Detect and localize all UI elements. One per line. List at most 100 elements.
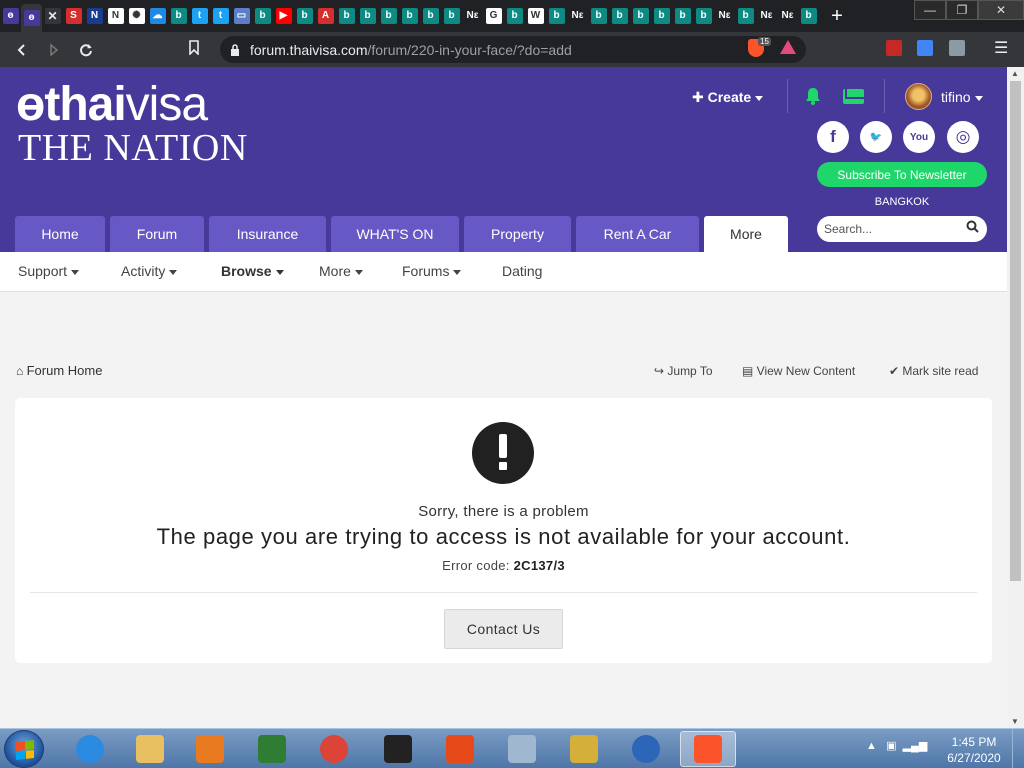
extension-icon[interactable] [949, 40, 965, 56]
browser-tab[interactable]: b [336, 4, 357, 28]
browser-tab[interactable]: ☁ [147, 4, 168, 28]
maximize-button[interactable]: ❐ [946, 0, 978, 20]
nav-tab-more[interactable]: More [704, 216, 788, 252]
browser-tab[interactable]: b [252, 4, 273, 28]
new-tab-button[interactable]: + [825, 5, 849, 28]
network-signal-icon[interactable]: ▂▄▆ [903, 740, 928, 752]
close-tab-icon[interactable]: ✕ [44, 8, 61, 24]
nav-tab-insurance[interactable]: Insurance [209, 216, 326, 252]
media-player-taskbar-button[interactable] [182, 731, 238, 767]
contact-us-button[interactable]: Contact Us [444, 609, 563, 649]
browser-tab[interactable]: ▭ [231, 4, 252, 28]
scroll-up-arrow-icon[interactable]: ▲ [1011, 69, 1019, 78]
browser-tab[interactable]: t [189, 4, 210, 28]
show-desktop-button[interactable] [1012, 729, 1024, 768]
user-menu-button[interactable]: tifino [941, 89, 983, 105]
search-input[interactable] [824, 222, 964, 236]
system-clock[interactable]: 1:45 PM 6/27/2020 [940, 734, 1008, 766]
bookmark-icon[interactable] [188, 40, 200, 55]
browser-tab[interactable]: b [357, 4, 378, 28]
browser-tab[interactable]: ɵ [0, 4, 21, 28]
notifications-bell-icon[interactable] [804, 87, 822, 105]
browser-tab[interactable]: G [483, 4, 504, 28]
browser-tab[interactable]: b [735, 4, 756, 28]
messages-envelope-icon[interactable] [843, 89, 864, 104]
browser-tab[interactable]: Nε [777, 4, 798, 28]
breadcrumb[interactable]: ⌂ Forum Home [16, 363, 102, 378]
user-avatar[interactable] [905, 83, 932, 110]
site-logo[interactable]: ɵthaivisa THE NATION [16, 79, 248, 168]
browser-tab[interactable]: Nε [567, 4, 588, 28]
twitter-icon[interactable]: 🐦 [860, 121, 892, 153]
scrollbar-thumb[interactable] [1010, 81, 1021, 581]
browser-menu-icon[interactable]: ☰ [994, 38, 1008, 58]
browser-tab[interactable]: b [588, 4, 609, 28]
browser-tab[interactable]: ✕ [42, 4, 63, 28]
jump-to-link[interactable]: ↪ Jump To [654, 364, 713, 378]
nav-tab-what-s-on[interactable]: WHAT'S ON [331, 216, 459, 252]
page-scrollbar[interactable]: ▲ ▼ [1007, 67, 1024, 728]
subnav-more[interactable]: More [319, 263, 363, 279]
search-tool-taskbar-button[interactable] [556, 731, 612, 767]
explorer-taskbar-button[interactable] [122, 731, 178, 767]
browser-tab[interactable]: b [672, 4, 693, 28]
start-button[interactable] [4, 730, 44, 768]
browser-tab[interactable]: N [84, 4, 105, 28]
browser-tab[interactable]: b [546, 4, 567, 28]
browser-tab[interactable]: b [651, 4, 672, 28]
browser-tab[interactable]: t [210, 4, 231, 28]
browser-tab[interactable]: b [399, 4, 420, 28]
browser-tab[interactable]: ✺ [126, 4, 147, 28]
browser-tab[interactable]: b [798, 4, 819, 28]
notes-taskbar-button[interactable] [244, 731, 300, 767]
browser-tab[interactable]: b [294, 4, 315, 28]
address-bar[interactable]: forum.thaivisa.com/forum/220-in-your-fac… [220, 36, 806, 63]
subscribe-newsletter-button[interactable]: Subscribe To Newsletter [817, 162, 987, 187]
browser-tab[interactable]: Nε [462, 4, 483, 28]
browser-tab[interactable]: A [315, 4, 336, 28]
view-new-content-link[interactable]: ▤ View New Content [742, 364, 855, 378]
browser-tab[interactable]: b [693, 4, 714, 28]
browser-tab[interactable]: ɵ [21, 4, 42, 32]
nav-tab-property[interactable]: Property [464, 216, 571, 252]
back-button[interactable] [6, 34, 38, 66]
calculator-taskbar-button[interactable] [494, 731, 550, 767]
subnav-forums[interactable]: Forums [402, 263, 462, 279]
browser-tab[interactable]: b [441, 4, 462, 28]
browser-tab[interactable]: b [609, 4, 630, 28]
browser-tab[interactable]: W [525, 4, 546, 28]
youtube-icon[interactable]: You [903, 121, 935, 153]
brave-taskbar-button[interactable] [680, 731, 736, 767]
mark-site-read-link[interactable]: ✔ Mark site read [889, 364, 978, 378]
browser-tab[interactable]: b [378, 4, 399, 28]
subnav-dating[interactable]: Dating [502, 263, 542, 279]
browser-tab[interactable]: Nε [756, 4, 777, 28]
subnav-activity[interactable]: Activity [121, 263, 178, 279]
create-menu-button[interactable]: ✚ Create [692, 89, 764, 106]
pdf-extension-icon[interactable] [886, 40, 902, 56]
browser-tab[interactable]: ▶ [273, 4, 294, 28]
minimize-button[interactable]: — [914, 0, 946, 20]
facebook-icon[interactable]: f [817, 121, 849, 153]
chrome-taskbar-button[interactable] [306, 731, 362, 767]
nav-tab-home[interactable]: Home [15, 216, 105, 252]
browser-tab[interactable]: b [504, 4, 525, 28]
browser-tab[interactable]: Nε [714, 4, 735, 28]
browser-tab[interactable]: b [630, 4, 651, 28]
close-window-button[interactable]: ✕ [978, 0, 1024, 20]
search-icon[interactable] [966, 220, 979, 233]
subnav-support[interactable]: Support [18, 263, 80, 279]
device-icon[interactable]: ▣ [886, 740, 896, 752]
reload-button[interactable] [70, 34, 102, 66]
globe-taskbar-button[interactable] [618, 731, 674, 767]
subnav-browse[interactable]: Browse [221, 263, 284, 279]
browser-tab[interactable]: b [168, 4, 189, 28]
tray-expand-icon[interactable]: ▲ [866, 740, 877, 752]
instagram-icon[interactable]: ◎ [947, 121, 979, 153]
browser-tab[interactable]: b [420, 4, 441, 28]
brave-rewards-icon[interactable] [780, 40, 796, 54]
star-app-taskbar-button[interactable] [370, 731, 426, 767]
translate-extension-icon[interactable] [917, 40, 933, 56]
office-taskbar-button[interactable] [432, 731, 488, 767]
browser-tab[interactable]: S [63, 4, 84, 28]
